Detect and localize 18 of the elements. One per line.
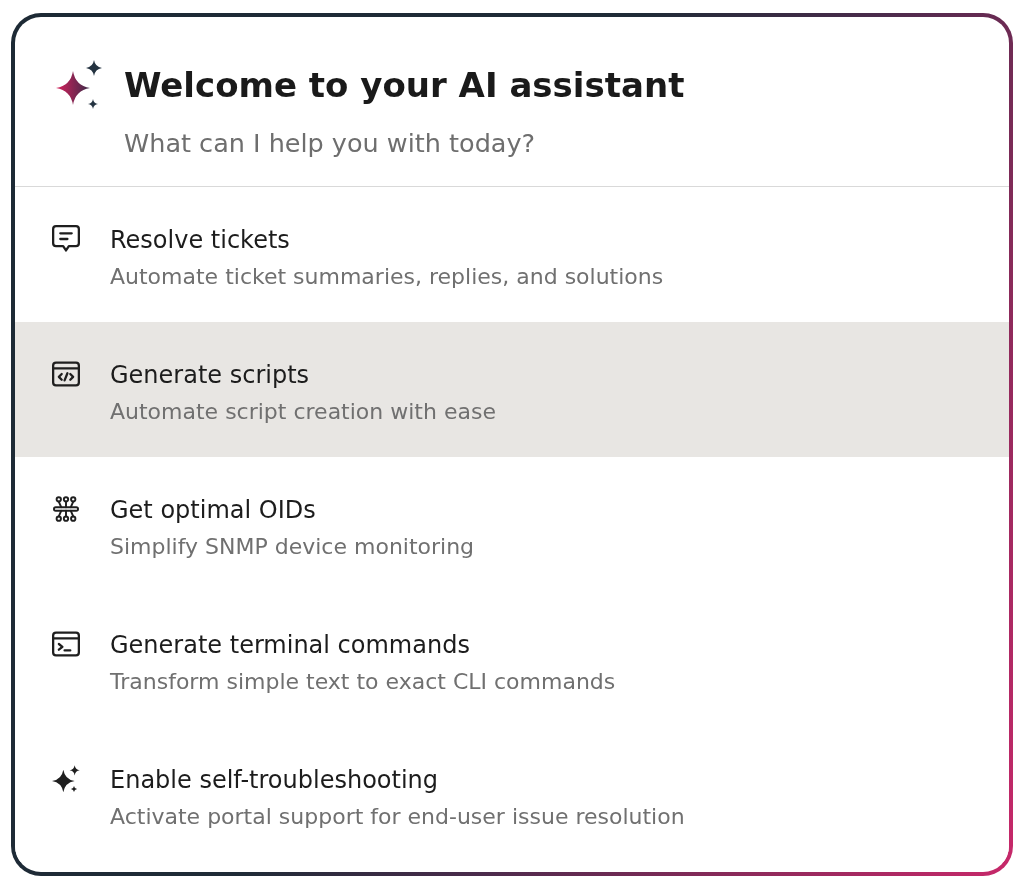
suggestion-title: Get optimal OIDs [110,495,316,526]
suggestion-title: Generate terminal commands [110,630,470,661]
network-nodes-icon [53,496,79,522]
chat-bubble-icon [52,225,80,253]
suggestion-title: Resolve tickets [110,225,290,256]
suggestion-item[interactable]: Generate scripts Automate script creation with ease [15,322,1009,457]
suggestion-description: Activate portal support for end-user issue resolution [110,803,685,831]
terminal-icon [52,631,80,657]
welcome-title: Welcome to your AI assistant [124,64,685,107]
suggestion-description: Simplify SNMP device monitoring [110,533,475,561]
code-window-icon [52,361,80,387]
sparkles-icon [52,765,80,793]
suggestion-description: Automate ticket summaries, replies, and solutions [110,263,664,291]
suggestion-title: Enable self-troubleshooting [110,765,439,796]
suggestion-title: Generate scripts [110,360,310,391]
welcome-subtitle: What can I help you with today? [124,127,536,160]
suggestion-description: Transform simple text to exact CLI commands [110,668,616,696]
suggestion-description: Automate script creation with ease [110,398,496,426]
